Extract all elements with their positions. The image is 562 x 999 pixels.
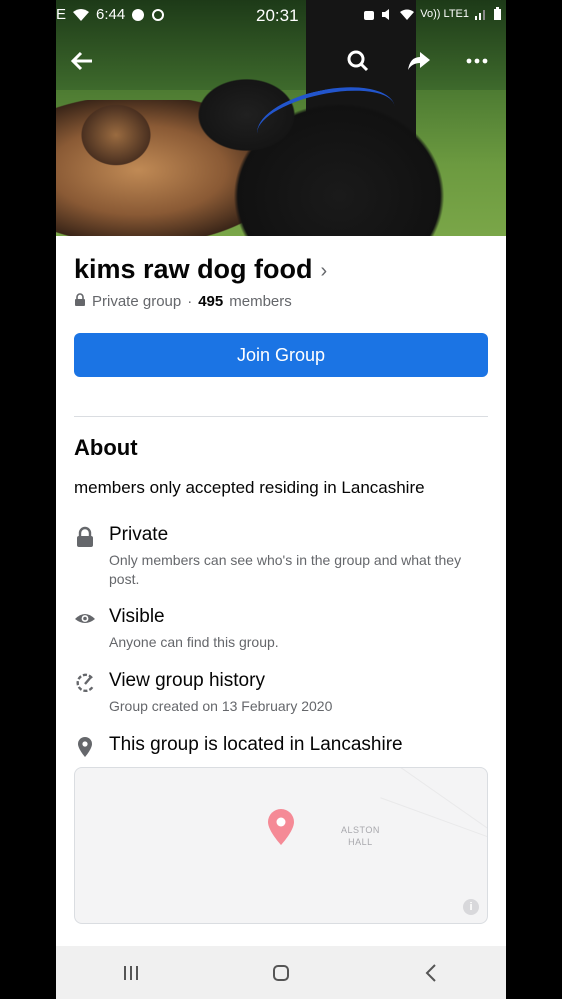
network-label: Vo)) LTE1: [420, 8, 469, 20]
share-button[interactable]: [402, 44, 436, 78]
about-description: members only accepted residing in Lancas…: [74, 478, 425, 497]
info-subtitle: Group created on 13 February 2020: [109, 698, 333, 714]
info-title: Visible: [109, 606, 165, 627]
mute-icon: [382, 8, 390, 20]
back-arrow-icon: [70, 51, 92, 71]
history-icon: [74, 672, 96, 694]
more-icon: [466, 58, 488, 64]
alarm-icon: [364, 10, 375, 20]
search-button[interactable]: [341, 44, 375, 78]
about-heading: About: [74, 435, 138, 460]
map-pin-icon: [267, 808, 295, 846]
signal-e-icon: E: [56, 6, 67, 23]
member-count[interactable]: 495: [198, 293, 223, 310]
map-place-label: ALSTON HALL: [341, 825, 380, 847]
info-title: View group history: [109, 670, 265, 691]
status-center-time: 20:31: [256, 6, 299, 25]
notification-icon: [132, 8, 145, 21]
lock-icon: [74, 526, 96, 548]
info-subtitle: Only members can see who's in the group …: [109, 552, 462, 587]
battery-icon: [494, 7, 501, 20]
back-button[interactable]: [65, 44, 99, 78]
privacy-label: Private group: [92, 293, 182, 310]
info-subtitle: Anyone can find this group.: [109, 634, 279, 650]
eye-icon: [74, 608, 96, 630]
home-icon: [273, 964, 289, 981]
divider: [74, 416, 488, 417]
nav-back-button[interactable]: [411, 953, 451, 993]
status-time: 6:44: [96, 6, 126, 23]
recent-apps-icon: [124, 965, 138, 980]
map-road: [380, 797, 487, 860]
group-meta: Private group · 495 members: [74, 293, 292, 310]
app-screen: kims raw dog food › Private group · 495 …: [56, 0, 506, 999]
meta-separator: ·: [187, 293, 193, 310]
wifi-calling-icon: [400, 9, 415, 20]
map-road: [370, 768, 487, 851]
wifi-icon: [73, 8, 90, 21]
system-nav-bar: [56, 946, 506, 999]
members-label[interactable]: members: [229, 293, 292, 310]
search-icon: [347, 50, 369, 72]
info-title: Private: [109, 524, 169, 545]
app-icon: [152, 8, 165, 21]
nav-back-icon: [425, 963, 436, 982]
location-map[interactable]: ALSTON HALL i: [74, 767, 488, 924]
home-button[interactable]: [261, 953, 301, 993]
location-pin-icon: [74, 736, 96, 758]
status-bar: E 6:44 20:31 Vo)) LTE1: [0, 0, 562, 34]
info-title: This group is located in Lancashire: [109, 734, 403, 755]
map-info-icon[interactable]: i: [463, 899, 479, 915]
signal-bars-icon: [475, 10, 485, 20]
share-icon: [408, 52, 430, 70]
group-name: kims raw dog food: [74, 254, 313, 284]
recent-apps-button[interactable]: [111, 953, 151, 993]
more-button[interactable]: [460, 44, 494, 78]
cover-photo[interactable]: [56, 0, 506, 236]
lock-icon: [74, 293, 86, 310]
chevron-right-icon: ›: [320, 260, 328, 282]
group-name-link[interactable]: kims raw dog food ›: [74, 254, 327, 285]
join-group-button[interactable]: Join Group: [74, 333, 488, 377]
